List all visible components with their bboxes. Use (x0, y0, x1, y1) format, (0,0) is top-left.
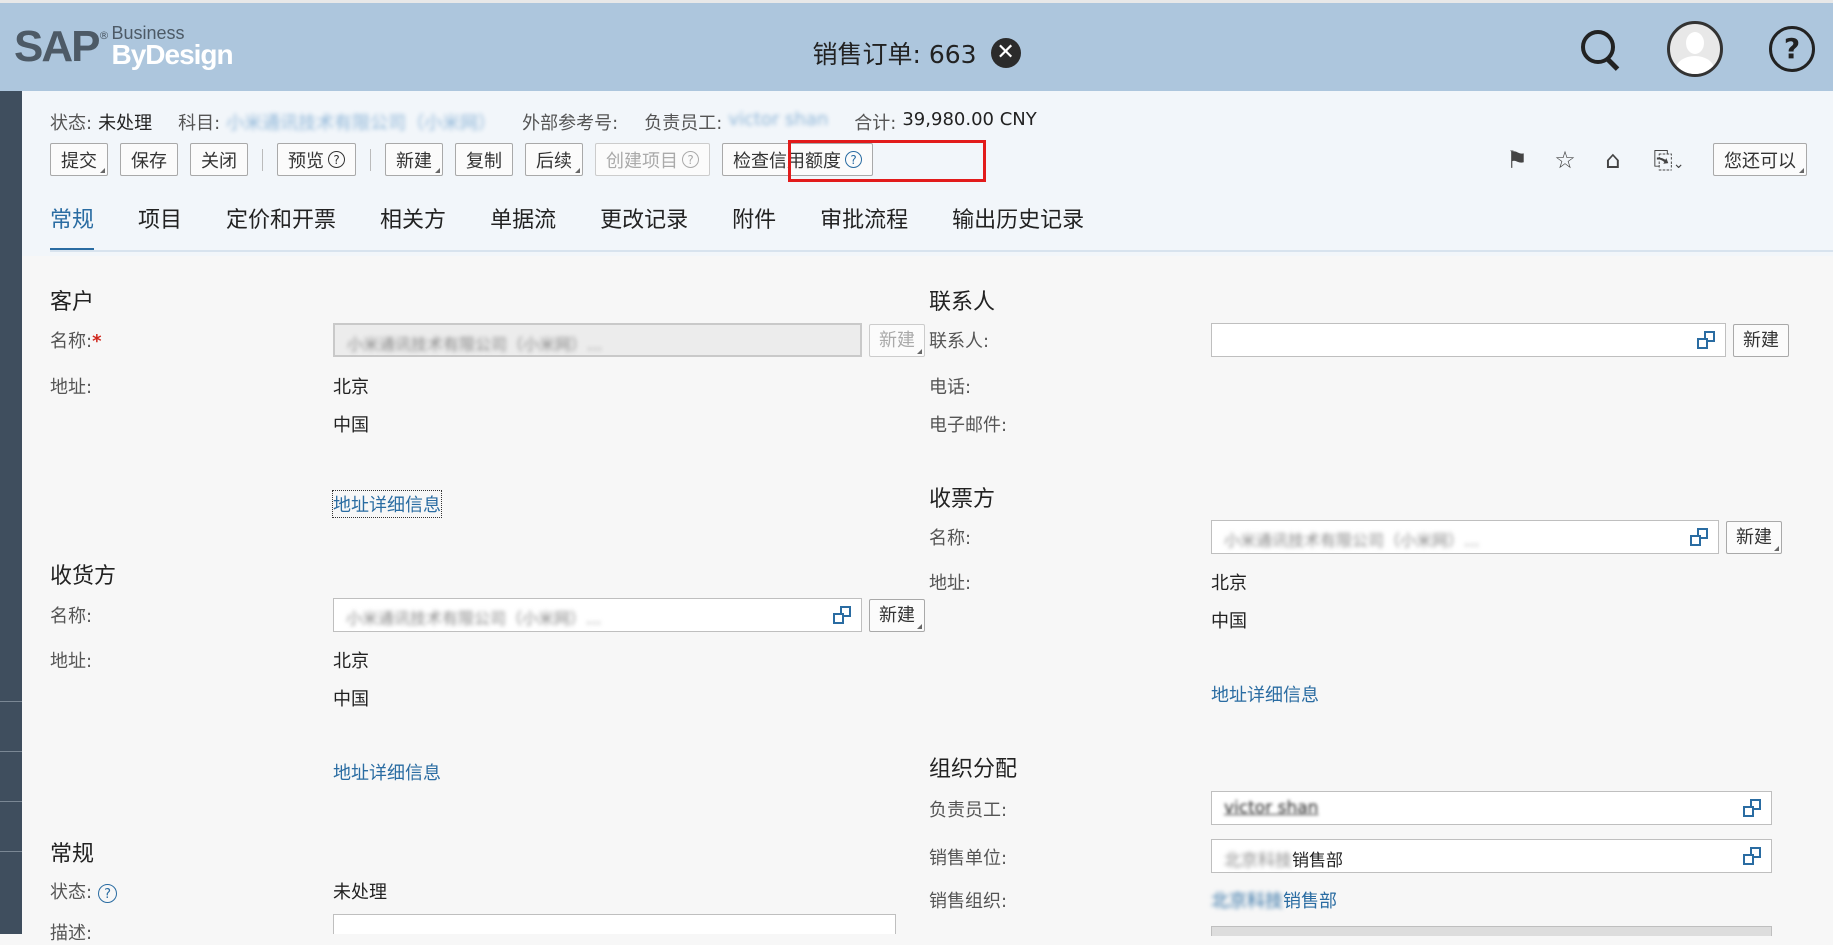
help-circle-icon: ? (328, 151, 345, 168)
value-help-icon[interactable] (1690, 528, 1708, 546)
owner-link[interactable]: victor shan (728, 109, 828, 135)
customer-country: 中国 (333, 415, 369, 436)
org-section-title: 组织分配 (929, 757, 1018, 782)
contact-new-button[interactable]: 新建 (1733, 324, 1789, 357)
tab-document-flow[interactable]: 单据流 (468, 201, 578, 251)
tab-strip: 常规 项目 定价和开票 相关方 单据流 更改记录 附件 审批流程 输出历史记录 (50, 201, 1106, 251)
customer-section-title: 客户 (50, 290, 95, 315)
general-description-label: 描述: (50, 923, 93, 944)
toolbar: 提交 保存 关闭 预览? 新建 复制 后续 创建项目? 检查信用额度? (50, 143, 873, 176)
org-sales-org-link[interactable]: 北京科技销售部 (1211, 887, 1337, 913)
help-circle-icon[interactable]: ? (98, 883, 118, 903)
tab-general[interactable]: 常规 (50, 201, 116, 251)
bill-to-section-title: 收票方 (929, 487, 996, 512)
bill-to-new-button[interactable]: 新建 (1726, 521, 1782, 554)
ship-to-name-label: 名称: (50, 606, 93, 627)
contact-field[interactable] (1211, 323, 1726, 357)
customer-city: 北京 (333, 377, 369, 398)
tab-pricing-invoicing[interactable]: 定价和开票 (204, 201, 358, 251)
bill-to-address-label: 地址: (929, 573, 972, 594)
account-link[interactable]: 小米通讯技术有限公司（小米网） (226, 109, 496, 135)
tab-approval[interactable]: 审批流程 (798, 201, 930, 251)
customer-address-details-link[interactable]: 地址详细信息 (332, 490, 442, 518)
contact-label: 联系人: (929, 331, 990, 352)
total-value: 39,980.00 CNY (902, 109, 1037, 130)
customer-name-label: 名称:* (50, 331, 102, 352)
status-value: 未处理 (98, 113, 153, 134)
general-status-label: 状态:? (50, 878, 118, 904)
general-status-value: 未处理 (333, 882, 387, 903)
copy-button[interactable]: 复制 (455, 143, 513, 176)
org-next-field[interactable] (1211, 926, 1772, 936)
ship-to-address-label: 地址: (50, 651, 93, 672)
page-title: 销售订单: 663 (812, 40, 977, 69)
close-icon[interactable]: ✕ (990, 38, 1021, 68)
save-button[interactable]: 保存 (120, 143, 178, 176)
tab-items[interactable]: 项目 (116, 201, 204, 251)
new-button[interactable]: 新建 (385, 143, 443, 176)
bill-to-name-label: 名称: (929, 528, 972, 549)
email-label: 电子邮件: (929, 415, 1008, 436)
ship-to-address-details-link[interactable]: 地址详细信息 (333, 759, 441, 785)
customer-name-field[interactable]: 小米通讯技术有限公司（小米网）... (333, 323, 862, 357)
value-help-icon[interactable] (1743, 799, 1761, 817)
tab-attachments[interactable]: 附件 (710, 201, 798, 251)
general-section-title: 常规 (50, 842, 95, 867)
tab-changes[interactable]: 更改记录 (578, 201, 710, 251)
preview-button[interactable]: 预览? (277, 143, 356, 176)
value-help-icon[interactable] (1697, 331, 1715, 349)
org-sales-unit-label: 销售单位: (929, 848, 1008, 869)
help-circle-icon: ? (682, 151, 699, 168)
right-toolbar: ⚑ ☆ ⌂ ⎘⌄ 您还可以 (1505, 143, 1807, 176)
followup-button[interactable]: 后续 (525, 143, 583, 176)
customer-address-label: 地址: (50, 377, 93, 398)
bill-to-address-details-link[interactable]: 地址详细信息 (1211, 681, 1319, 707)
submit-button[interactable]: 提交 (50, 143, 108, 176)
tab-output-history[interactable]: 输出历史记录 (930, 201, 1106, 251)
bill-to-name-field[interactable]: 小米通讯技术有限公司（小米网）... (1211, 520, 1719, 554)
new-document-icon[interactable]: ⎘⌄ (1649, 146, 1689, 174)
contact-section-title: 联系人 (929, 290, 996, 315)
you-can-also-button[interactable]: 您还可以 (1713, 143, 1807, 176)
bill-to-city: 北京 (1211, 573, 1247, 594)
bill-to-country: 中国 (1211, 611, 1247, 632)
ship-to-name-field[interactable]: 小米通讯技术有限公司（小米网）... (333, 598, 862, 632)
highlight-box (788, 140, 986, 182)
ship-to-city: 北京 (333, 651, 369, 672)
status-line: 状态: 未处理 科目: 小米通讯技术有限公司（小米网） 外部参考号: 负责员工:… (50, 109, 1037, 135)
phone-label: 电话: (929, 377, 972, 398)
ship-to-country: 中国 (333, 689, 369, 710)
tag-icon[interactable]: ⌂ (1601, 146, 1625, 174)
page-title-area: 销售订单: 663 ✕ (0, 35, 1833, 71)
flag-icon[interactable]: ⚑ (1505, 146, 1529, 174)
org-sales-org-label: 销售组织: (929, 891, 1008, 912)
ship-to-new-button[interactable]: 新建 (869, 599, 925, 632)
main-content: 状态: 未处理 科目: 小米通讯技术有限公司（小米网） 外部参考号: 负责员工:… (22, 91, 1833, 944)
star-icon[interactable]: ☆ (1553, 146, 1577, 174)
org-owner-label: 负责员工: (929, 800, 1008, 821)
org-sales-unit-field[interactable]: 北京科技销售部 (1211, 839, 1772, 873)
tab-involved-parties[interactable]: 相关方 (358, 201, 468, 251)
value-help-icon[interactable] (833, 606, 851, 624)
customer-new-button[interactable]: 新建 (869, 324, 925, 357)
ship-to-section-title: 收货方 (50, 564, 117, 589)
close-button[interactable]: 关闭 (190, 143, 248, 176)
avatar[interactable] (1667, 21, 1723, 77)
left-side-panel (0, 91, 22, 934)
help-icon[interactable]: ? (1769, 26, 1815, 72)
create-item-button[interactable]: 创建项目? (595, 143, 710, 176)
shell-header: SAP ® Business ByDesign 销售订单: 663 ✕ ? (0, 0, 1833, 91)
search-icon[interactable] (1579, 28, 1621, 71)
general-description-field[interactable] (333, 914, 896, 934)
org-owner-field[interactable]: victor shan (1211, 791, 1772, 825)
value-help-icon[interactable] (1743, 847, 1761, 865)
